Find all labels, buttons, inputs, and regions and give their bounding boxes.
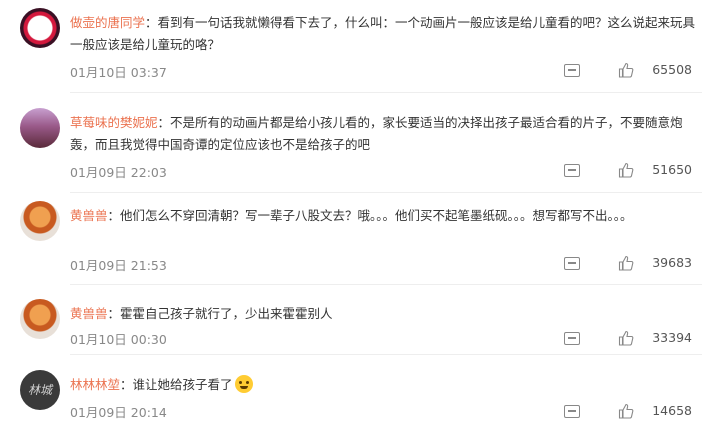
username-link[interactable]: 做壶的唐同学	[70, 15, 145, 30]
timestamp: 01月09日 22:03	[70, 165, 167, 180]
username-link[interactable]: 草莓味的樊妮妮	[70, 115, 158, 130]
separator: ：	[107, 306, 121, 321]
comment-text: 谁让她给孩子看了	[132, 377, 233, 392]
comment-body: 黄兽兽：他们怎么不穿回清朝？写一辈子八股文去？哦。。。他们买不起笔墨纸砚。。。想…	[70, 205, 702, 227]
comment-text: 他们怎么不穿回清朝？写一辈子八股文去？哦。。。他们买不起笔墨纸砚。。。想写都写不…	[120, 208, 633, 223]
like-icon[interactable]	[618, 403, 634, 419]
divider	[70, 92, 702, 93]
comment-body: 林林林堃：谁让她给孩子看了	[70, 374, 702, 396]
like-icon[interactable]	[618, 330, 634, 346]
avatar[interactable]	[20, 201, 60, 241]
divider	[70, 354, 702, 355]
timestamp: 01月10日 03:37	[70, 65, 167, 80]
reply-icon[interactable]	[564, 257, 580, 270]
like-icon[interactable]	[618, 255, 634, 271]
reply-icon[interactable]	[564, 332, 580, 345]
comment-body: 草莓味的樊妮妮：不是所有的动画片都是给小孩儿看的，家长要适当的决择出孩子最适合看…	[70, 112, 702, 156]
divider	[70, 192, 702, 193]
avatar[interactable]	[20, 108, 60, 148]
avatar[interactable]	[20, 299, 60, 339]
reply-icon[interactable]	[564, 164, 580, 177]
comment-body: 黄兽兽：霍霍自己孩子就行了，少出来霍霍别人	[70, 303, 702, 325]
like-count: 39683	[652, 255, 692, 270]
avatar[interactable]: 林城	[20, 370, 60, 410]
reply-icon[interactable]	[564, 64, 580, 77]
divider	[70, 284, 702, 285]
reply-icon[interactable]	[564, 405, 580, 418]
separator: ：	[107, 208, 121, 223]
comment-list: 做壶的唐同学：看到有一句话我就懒得看下去了，什么叫：一个动画片一般应该是给儿童看…	[0, 0, 720, 442]
timestamp: 01月09日 21:53	[70, 258, 167, 273]
like-count: 14658	[652, 403, 692, 418]
username-link[interactable]: 林林林堃	[70, 377, 120, 392]
like-count: 65508	[652, 62, 692, 77]
username-link[interactable]: 黄兽兽	[70, 208, 108, 223]
timestamp: 01月09日 20:14	[70, 405, 167, 420]
avatar[interactable]	[20, 8, 60, 48]
crying-face-icon	[234, 375, 253, 393]
like-count: 51650	[652, 162, 692, 177]
separator: ：	[120, 377, 133, 392]
like-count: 33394	[652, 330, 692, 345]
avatar-logo-text: 林城	[27, 383, 52, 397]
separator: ：	[157, 115, 171, 130]
timestamp: 01月10日 00:30	[70, 332, 167, 347]
comment-text: 看到有一句话我就懒得看下去了，什么叫：一个动画片一般应该是给儿童看的吧？这么说起…	[70, 15, 696, 52]
comment-text: 霍霍自己孩子就行了，少出来霍霍别人	[120, 306, 333, 321]
like-icon[interactable]	[618, 162, 634, 178]
like-icon[interactable]	[618, 62, 634, 78]
separator: ：	[145, 15, 158, 30]
comment-body: 做壶的唐同学：看到有一句话我就懒得看下去了，什么叫：一个动画片一般应该是给儿童看…	[70, 12, 702, 56]
username-link[interactable]: 黄兽兽	[70, 306, 108, 321]
